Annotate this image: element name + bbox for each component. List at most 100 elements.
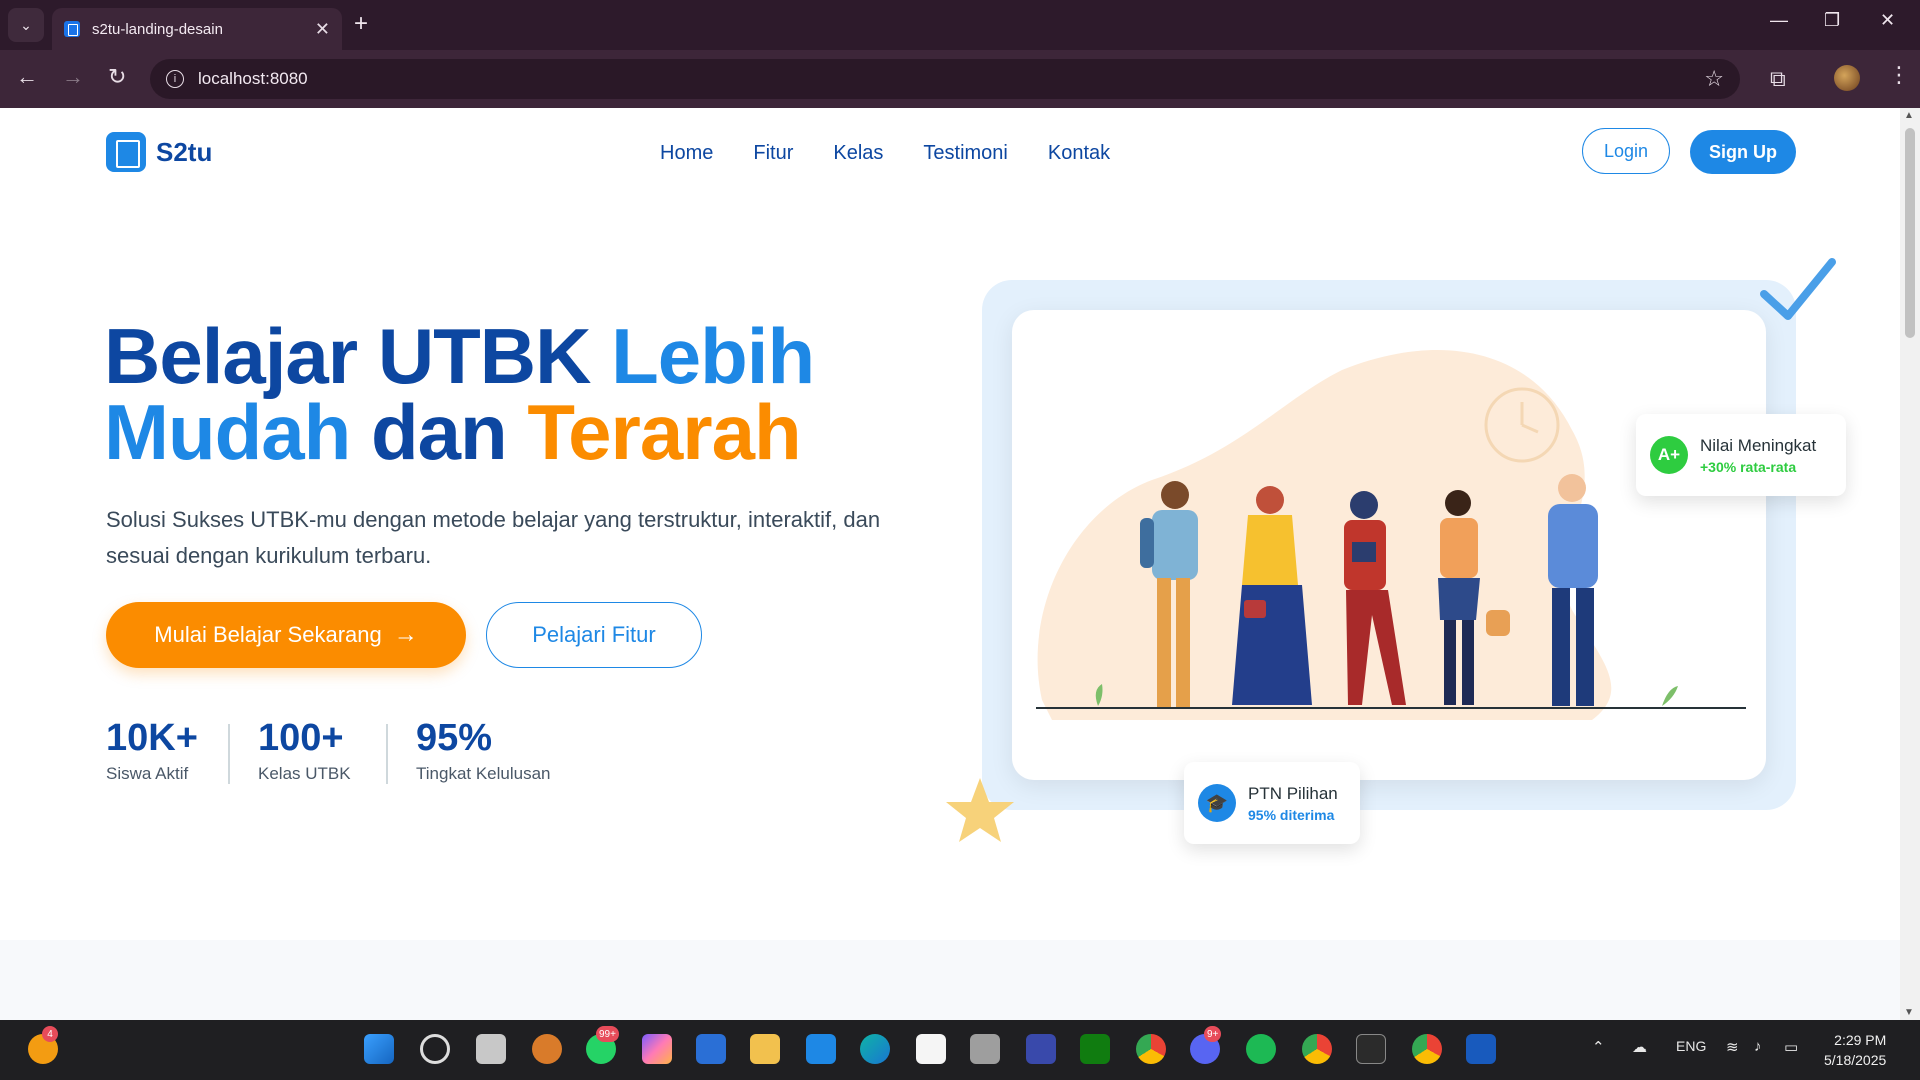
stat-label: Siswa Aktif: [106, 764, 189, 783]
store-icon[interactable]: [916, 1034, 946, 1064]
scrollbar-thumb[interactable]: [1905, 128, 1915, 338]
graduation-cap-icon: 🎓: [1198, 784, 1236, 822]
reload-button[interactable]: ↻: [108, 66, 126, 88]
stat-divider: [386, 724, 388, 784]
nav-testimoni[interactable]: Testimoni: [923, 142, 1007, 165]
arrow-right-icon: →: [62, 64, 84, 89]
app-icon[interactable]: [696, 1034, 726, 1064]
browser-toolbar: ← → ↻ i localhost:8080 ☆ ⧉ ⋮: [0, 50, 1920, 108]
wifi-icon[interactable]: ≋: [1726, 1038, 1739, 1056]
badge-detail: 95% diterima: [1248, 806, 1335, 823]
stat-value: 95%: [416, 717, 493, 759]
stat-graduation: 95% Tingkat Kelulusan: [416, 718, 551, 784]
chrome-icon[interactable]: [1302, 1034, 1332, 1064]
hero-title-part: Mudah: [104, 388, 371, 476]
browser-titlebar: ⌄ s2tu-landing-desain ✕ + — ❐ ✕: [0, 0, 1920, 50]
system-clock[interactable]: 2:29 PM 5/18/2025: [1824, 1030, 1886, 1070]
stat-students: 10K+ Siswa Aktif: [106, 718, 198, 784]
scroll-down-icon[interactable]: ▼: [1904, 1007, 1914, 1018]
nav-kelas[interactable]: Kelas: [833, 142, 883, 165]
task-view-icon[interactable]: [476, 1034, 506, 1064]
hero-title-part: Lebih: [611, 312, 815, 400]
hero-title: Belajar UTBK Lebih Mudah dan Terarah: [104, 317, 815, 471]
bookmark-star-icon[interactable]: ☆: [1704, 66, 1724, 92]
tab-close-button[interactable]: ✕: [315, 19, 330, 40]
browser-tab-active[interactable]: s2tu-landing-desain ✕: [52, 8, 342, 50]
grade-improvement-badge: A+ Nilai Meningkat +30% rata-rata: [1636, 414, 1846, 496]
terminal-icon[interactable]: [1356, 1034, 1386, 1064]
battery-icon[interactable]: ▭: [1784, 1038, 1798, 1056]
grade-icon: A+: [1650, 436, 1688, 474]
login-button[interactable]: Login: [1582, 128, 1670, 174]
students-illustration: [1012, 310, 1766, 780]
search-icon[interactable]: [420, 1034, 450, 1064]
back-button[interactable]: ←: [16, 66, 38, 88]
spotify-icon[interactable]: [1246, 1034, 1276, 1064]
start-learning-label: Mulai Belajar Sekarang: [154, 622, 382, 647]
reload-icon: ↻: [108, 64, 127, 89]
copilot-icon[interactable]: [642, 1034, 672, 1064]
edge-icon[interactable]: [860, 1034, 890, 1064]
arrow-right-icon: →: [393, 621, 418, 648]
volume-icon[interactable]: ♪: [1754, 1038, 1762, 1055]
windows-taskbar: 4 99+ 9+ ⌃ ☁ ENG ≋ ♪ ▭ 2:29 PM 5/18/2025: [0, 1020, 1920, 1080]
word-icon[interactable]: [1466, 1034, 1496, 1064]
site-info-icon[interactable]: i: [166, 70, 184, 88]
learn-features-button[interactable]: Pelajari Fitur: [486, 602, 702, 668]
checkmark-icon: [1760, 258, 1836, 320]
discord-badge: 9+: [1204, 1026, 1222, 1042]
tab-search-button[interactable]: ⌄: [8, 8, 44, 42]
start-windows-icon[interactable]: [364, 1034, 394, 1064]
address-bar[interactable]: i localhost:8080 ☆: [150, 59, 1740, 99]
window-restore-button[interactable]: ❐: [1824, 10, 1840, 31]
site-logo[interactable]: S2tu: [106, 132, 212, 172]
chrome-icon[interactable]: [1136, 1034, 1166, 1064]
start-learning-button[interactable]: Mulai Belajar Sekarang →: [106, 602, 466, 668]
new-tab-button[interactable]: +: [354, 12, 368, 36]
onedrive-cloud-icon[interactable]: ☁: [1632, 1038, 1647, 1056]
window-minimize-button[interactable]: —: [1770, 10, 1788, 31]
extensions-puzzle-icon[interactable]: ⧉: [1770, 66, 1786, 92]
hero-title-part: Belajar UTBK: [104, 312, 612, 400]
hero-title-part: Terarah: [527, 388, 801, 476]
chrome-icon[interactable]: [1412, 1034, 1442, 1064]
tab-favicon-icon: [64, 21, 80, 37]
next-section: [0, 940, 1900, 1020]
badge-title: PTN Pilihan: [1248, 783, 1338, 803]
stat-label: Tingkat Kelulusan: [416, 764, 551, 783]
profile-avatar[interactable]: [1834, 65, 1860, 91]
stat-divider: [228, 724, 230, 784]
scroll-up-icon[interactable]: ▲: [1904, 110, 1914, 121]
browser-menu-icon[interactable]: ⋮: [1888, 62, 1910, 88]
file-explorer-icon[interactable]: [750, 1034, 780, 1064]
tab-title: s2tu-landing-desain: [92, 20, 223, 38]
app-icon[interactable]: [1026, 1034, 1056, 1064]
nav-fitur[interactable]: Fitur: [753, 142, 793, 165]
nav-home[interactable]: Home: [660, 142, 713, 165]
firefox-icon[interactable]: [532, 1034, 562, 1064]
clock-date: 5/18/2025: [1824, 1052, 1887, 1068]
stat-label: Kelas UTBK: [258, 764, 351, 783]
widgets-badge: 4: [42, 1026, 58, 1042]
app-icon[interactable]: [806, 1034, 836, 1064]
signup-button[interactable]: Sign Up: [1690, 130, 1796, 174]
forward-button[interactable]: →: [62, 66, 84, 88]
chevron-up-icon[interactable]: ⌃: [1592, 1038, 1605, 1056]
stat-value: 10K+: [106, 717, 198, 759]
star-icon: [946, 778, 1014, 842]
page-viewport: S2tu Home Fitur Kelas Testimoni Kontak L…: [0, 108, 1900, 1020]
students-group-image: [1036, 350, 1746, 720]
arrow-left-icon: ←: [16, 64, 38, 89]
page-scrollbar[interactable]: ▲ ▼: [1900, 108, 1920, 1020]
url-text: localhost:8080: [198, 69, 308, 88]
hero-title-part: dan: [370, 388, 528, 476]
hero-subtitle: Solusi Sukses UTBK-mu dengan metode bela…: [106, 507, 881, 568]
chevron-down-icon: ⌄: [20, 16, 32, 33]
xbox-icon[interactable]: [1080, 1034, 1110, 1064]
clock-time: 2:29 PM: [1834, 1032, 1887, 1048]
language-indicator[interactable]: ENG: [1676, 1038, 1706, 1054]
app-icon[interactable]: [970, 1034, 1000, 1064]
nav-kontak[interactable]: Kontak: [1048, 142, 1110, 165]
main-nav: Home Fitur Kelas Testimoni Kontak: [660, 142, 1110, 165]
window-close-button[interactable]: ✕: [1880, 10, 1895, 31]
